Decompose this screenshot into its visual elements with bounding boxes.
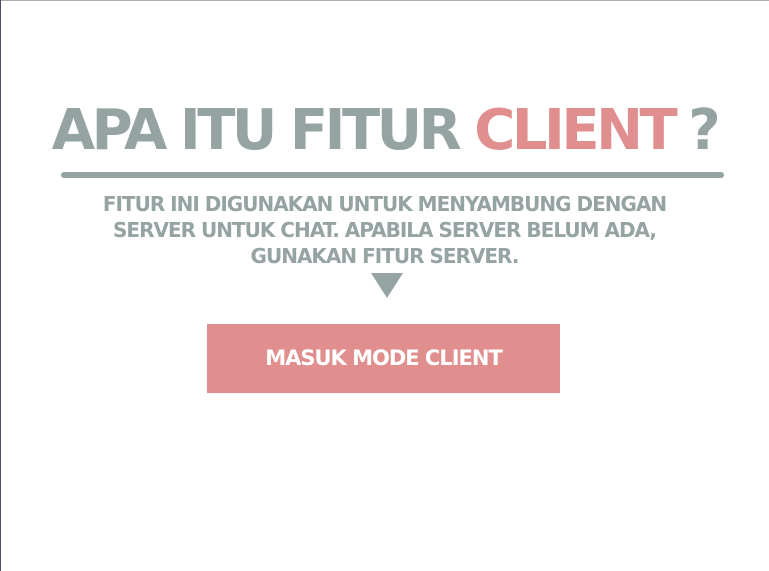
feature-description: FITUR INI DIGUNAKAN UNTUK MENYAMBUNG DEN… <box>40 191 729 269</box>
description-line: FITUR INI DIGUNAKAN UNTUK MENYAMBUNG DEN… <box>102 192 667 216</box>
window-left-border <box>0 0 1 571</box>
title-question-mark: ? <box>688 98 720 163</box>
description-line: SERVER UNTUK CHAT. APABILA SERVER BELUM … <box>113 218 657 242</box>
triangle-down-icon <box>371 273 403 298</box>
title-divider <box>61 172 724 178</box>
page-title: APA ITU FITUR CLIENT? <box>0 96 769 166</box>
description-line: GUNAKAN FITUR SERVER. <box>250 244 520 268</box>
enter-client-mode-button[interactable]: MASUK MODE CLIENT <box>207 324 560 393</box>
window-top-border <box>0 0 769 1</box>
title-prefix: APA ITU FITUR <box>51 98 462 163</box>
title-highlight: CLIENT <box>474 98 677 163</box>
